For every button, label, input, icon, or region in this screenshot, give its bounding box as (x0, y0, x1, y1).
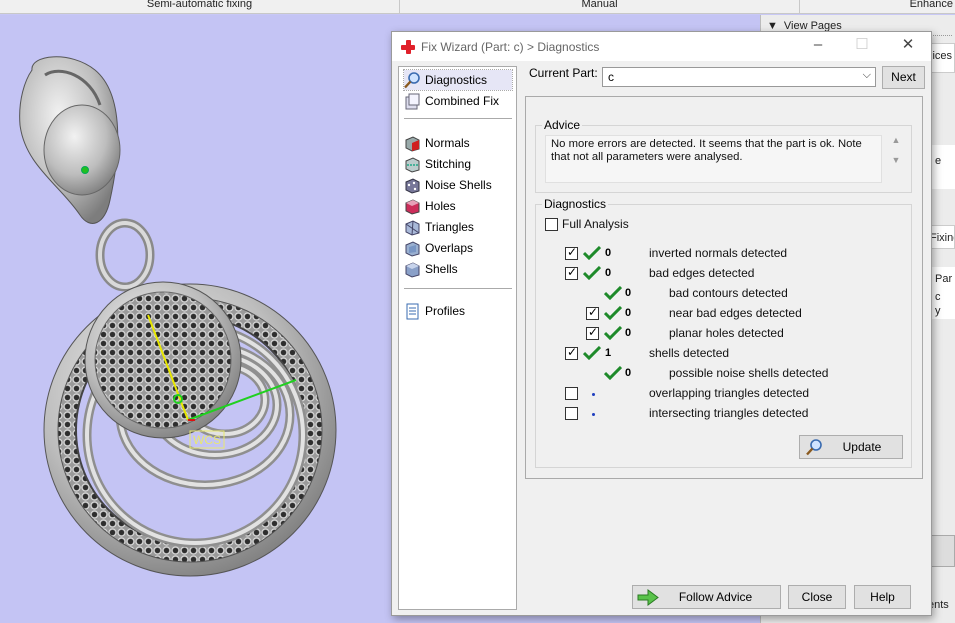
diagnostic-checkbox[interactable] (565, 407, 578, 420)
nav-item-holes[interactable]: Holes (404, 196, 456, 216)
fix-wizard-dialog: Fix Wizard (Part: c) > Diagnostics – ☐ ✕… (391, 31, 932, 616)
combined-fix-icon (405, 93, 420, 109)
green-check-icon (604, 286, 622, 300)
nav-item-normals[interactable]: Normals (404, 133, 470, 153)
tab-semi-automatic-fixing[interactable]: Semi-automatic fixing (0, 0, 400, 13)
diagnostic-label: shells detected (649, 346, 730, 360)
diagnostic-checkbox[interactable] (586, 325, 599, 340)
diagnostic-checkbox[interactable] (565, 387, 578, 400)
arrow-right-icon (637, 589, 659, 606)
diagnostic-count: 0 (625, 367, 632, 379)
diagnostic-count: 0 (625, 327, 632, 339)
medical-cross-icon (401, 39, 415, 54)
noise-shells-icon (405, 177, 420, 194)
advice-scrollbar[interactable]: ▲ ▼ (888, 135, 904, 183)
diagnostic-checkbox[interactable] (586, 305, 599, 320)
diagnostic-label: planar holes detected (669, 326, 784, 340)
green-check-icon (604, 366, 622, 380)
diagnostic-checkbox[interactable] (565, 245, 578, 260)
nav-item-noise-shells[interactable]: Noise Shells (404, 175, 492, 195)
chevron-down-icon: ⌵ (862, 69, 871, 81)
current-part-label: Current Part: (529, 66, 598, 80)
diagnostic-label: bad contours detected (669, 286, 788, 300)
wizard-nav: Diagnostics Combined Fix Normals Stitchi… (398, 66, 517, 610)
stitching-icon (405, 156, 420, 173)
profiles-icon (406, 303, 419, 319)
holes-icon (405, 198, 420, 215)
shells-icon (405, 261, 420, 278)
green-check-icon (583, 266, 601, 280)
nav-divider (404, 288, 512, 289)
diagnostics-title: Diagnostics (542, 197, 609, 211)
full-analysis-label: Full Analysis (562, 217, 629, 231)
magnifier-icon (806, 439, 822, 456)
normals-icon (405, 135, 420, 152)
minimize-icon[interactable]: – (810, 37, 826, 54)
diagnostic-label: bad edges detected (649, 266, 755, 280)
green-check-icon (583, 246, 601, 260)
main-panel: Advice No more errors are detected. It s… (525, 96, 923, 479)
green-check-icon (604, 326, 622, 340)
nav-item-shells[interactable]: Shells (404, 259, 458, 279)
top-toolbar: Semi-automatic fixing Manual Enhance (0, 0, 955, 14)
not-analysed-dot-icon (592, 393, 595, 396)
pivot-marker (81, 166, 89, 174)
nav-item-overlaps[interactable]: Overlaps (404, 238, 473, 258)
diagnostic-label: intersecting triangles detected (649, 406, 809, 420)
diagnostic-label: near bad edges detected (669, 306, 802, 320)
close-button[interactable]: Close (788, 585, 846, 609)
help-button[interactable]: Help (854, 585, 911, 609)
dialog-title-bar[interactable]: Fix Wizard (Part: c) > Diagnostics – ☐ ✕ (392, 32, 931, 61)
triangles-icon (405, 219, 420, 236)
diagnostic-label: overlapping triangles detected (649, 386, 810, 400)
current-part-select[interactable]: c ⌵ (602, 67, 876, 87)
diagnostic-checkbox[interactable] (565, 265, 578, 280)
green-check-icon (604, 306, 622, 320)
advice-textbox[interactable]: No more errors are detected. It seems th… (545, 135, 882, 183)
nav-item-triangles[interactable]: Triangles (404, 217, 474, 237)
advice-title: Advice (542, 118, 583, 132)
follow-advice-button[interactable]: Follow Advice (632, 585, 781, 609)
diagnostic-count: 0 (625, 307, 632, 319)
diagnostic-count: 1 (605, 347, 612, 359)
next-button[interactable]: Next (882, 66, 925, 89)
close-icon[interactable]: ✕ (900, 37, 916, 54)
nav-item-stitching[interactable]: Stitching (404, 154, 471, 174)
nav-item-combined-fix[interactable]: Combined Fix (404, 91, 499, 111)
diagnostic-count: 0 (605, 247, 612, 259)
diagnostic-label: possible noise shells detected (669, 366, 829, 380)
not-analysed-dot-icon (592, 413, 595, 416)
tab-manual[interactable]: Manual (400, 0, 800, 13)
maximize-icon: ☐ (855, 36, 869, 53)
nav-item-diagnostics[interactable]: Diagnostics (403, 69, 513, 91)
magnifier-icon (404, 71, 420, 88)
diagnostic-count: 0 (625, 287, 632, 299)
green-check-icon (583, 346, 601, 360)
update-button[interactable]: Update (799, 435, 903, 459)
dialog-title: Fix Wizard (Part: c) > Diagnostics (421, 39, 600, 54)
overlaps-icon (405, 240, 420, 257)
tab-enhance[interactable]: Enhance (800, 0, 955, 13)
diagnostic-checkbox[interactable] (565, 345, 578, 360)
diagnostics-group: Diagnostics Full Analysis 0 inverted norm… (535, 197, 912, 468)
nav-divider (404, 118, 512, 119)
full-analysis-checkbox[interactable] (545, 218, 558, 231)
wcs-label: WCS (193, 433, 221, 447)
diagnostic-label: inverted normals detected (649, 246, 788, 260)
diagnostic-count: 0 (605, 267, 612, 279)
advice-group: Advice No more errors are detected. It s… (535, 118, 912, 193)
nav-item-profiles[interactable]: Profiles (404, 301, 465, 321)
